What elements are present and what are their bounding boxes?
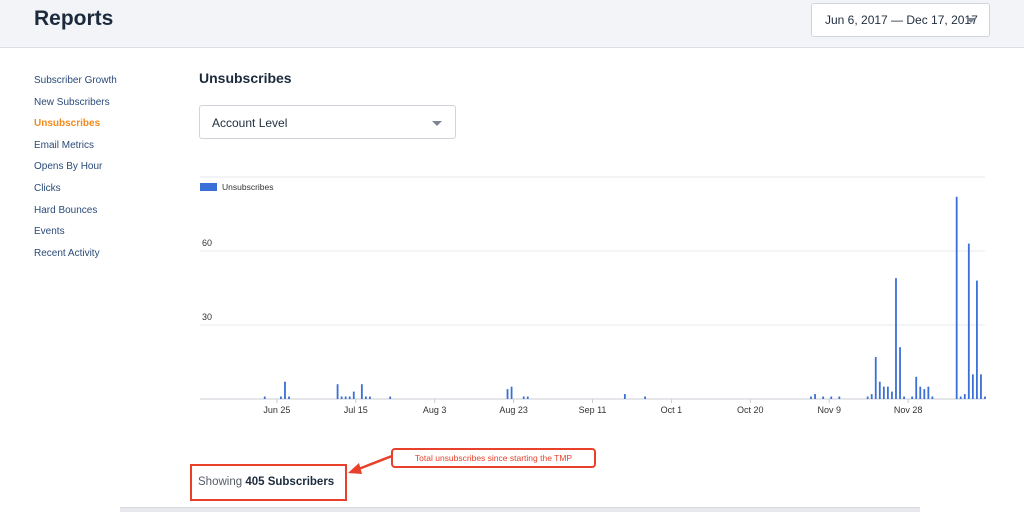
bar	[967, 243, 970, 399]
bar	[984, 396, 986, 399]
bar	[506, 389, 509, 399]
showing-count: Showing 405 Subscribers	[198, 476, 334, 488]
x-tick-label: Aug 3	[423, 405, 447, 415]
showing-prefix: Showing	[198, 476, 243, 488]
page-title: Reports	[34, 7, 114, 30]
legend-label: Unsubscribes	[222, 182, 274, 192]
annotation-arrow	[348, 454, 393, 474]
bar	[280, 396, 282, 399]
bar	[923, 389, 926, 399]
bar	[866, 396, 869, 399]
sidebar-item-email-metrics[interactable]: Email Metrics	[34, 139, 117, 161]
bar	[931, 396, 934, 399]
sidebar-item-events[interactable]: Events	[34, 225, 117, 247]
chevron-down-icon	[432, 121, 442, 126]
bar	[526, 396, 529, 399]
bar	[348, 396, 351, 399]
level-select[interactable]: Account Level	[199, 105, 456, 139]
section-title: Unsubscribes	[199, 70, 292, 86]
bar	[903, 396, 905, 399]
bar	[830, 396, 833, 399]
bar	[878, 381, 881, 399]
bar	[360, 384, 363, 399]
unsubscribes-chart: Unsubscribes 30 60 Jun 25 Jul 15 Aug 3 Aug 2…	[200, 176, 986, 415]
x-tick-label: Aug 23	[499, 405, 528, 415]
x-tick-label: Sep 11	[579, 405, 607, 415]
bar	[980, 374, 982, 399]
x-tick-label: Oct 1	[661, 405, 683, 415]
bar	[389, 396, 392, 399]
bar	[365, 396, 367, 399]
bar	[911, 396, 914, 399]
sidebar-item-hard-bounces[interactable]: Hard Bounces	[34, 204, 117, 226]
bar	[810, 396, 812, 399]
annotation-callout: Total unsubscribes since starting the TM…	[391, 448, 596, 468]
bar	[352, 391, 355, 399]
x-tick-label: Oct 20	[737, 405, 764, 415]
bar	[874, 357, 877, 399]
bar	[927, 386, 930, 399]
sidebar-item-opens-by-hour[interactable]: Opens By Hour	[34, 160, 117, 182]
legend-swatch	[200, 183, 217, 191]
bar	[899, 347, 901, 399]
y-tick-label: 30	[202, 312, 212, 322]
bar	[288, 396, 290, 399]
bar	[369, 396, 371, 399]
bar	[814, 394, 816, 399]
sidebar-item-new-subscribers[interactable]: New Subscribers	[34, 96, 117, 118]
chart-bars	[263, 196, 986, 399]
bar	[895, 278, 897, 399]
bar	[623, 394, 626, 399]
bar	[838, 396, 841, 399]
bar	[919, 386, 922, 399]
bar	[344, 396, 347, 399]
level-select-value: Account Level	[212, 116, 288, 130]
sidebar-item-subscriber-growth[interactable]: Subscriber Growth	[34, 74, 117, 96]
bar	[336, 384, 339, 399]
date-range-label: Jun 6, 2017 — Dec 17, 2017	[825, 13, 978, 27]
bar	[644, 396, 647, 399]
next-panel-edge	[120, 507, 920, 512]
chevron-down-icon	[966, 18, 976, 23]
bar	[340, 396, 343, 399]
bar	[891, 391, 893, 399]
chart-grid	[200, 176, 985, 400]
bar	[870, 394, 873, 399]
bar	[510, 386, 513, 399]
x-tick-label: Nov 28	[894, 405, 923, 415]
y-tick-label: 60	[202, 238, 212, 248]
report-sidebar: Subscriber Growth New Subscribers Unsubs…	[34, 74, 117, 268]
bar	[263, 396, 266, 399]
subscriber-total: 405 Subscribers	[245, 476, 335, 488]
bar	[882, 386, 885, 399]
x-axis-ticks: Jun 25 Jul 15 Aug 3 Aug 23 Sep 11 Oct 1 Oct 20…	[263, 399, 922, 415]
x-tick-label: Jun 25	[263, 405, 290, 415]
bar	[822, 396, 825, 399]
bar	[522, 396, 525, 399]
x-tick-label: Jul 15	[344, 405, 368, 415]
bar	[971, 374, 974, 399]
date-range-picker[interactable]: Jun 6, 2017 — Dec 17, 2017	[811, 3, 990, 37]
bar	[955, 196, 958, 399]
bar	[959, 396, 962, 399]
bar	[284, 381, 286, 399]
bar	[886, 386, 889, 399]
x-tick-label: Nov 9	[817, 405, 841, 415]
sidebar-item-recent-activity[interactable]: Recent Activity	[34, 247, 117, 269]
sidebar-item-unsubscribes[interactable]: Unsubscribes	[34, 117, 117, 139]
bar	[915, 376, 918, 399]
sidebar-item-clicks[interactable]: Clicks	[34, 182, 117, 204]
bar	[976, 280, 978, 399]
bar	[963, 394, 966, 399]
header-bar: Reports Jun 6, 2017 — Dec 17, 2017	[0, 0, 1024, 48]
